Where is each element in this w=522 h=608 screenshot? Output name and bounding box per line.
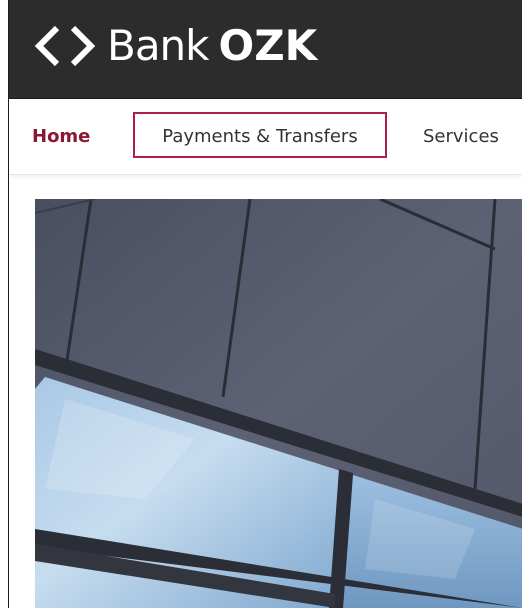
- main-navigation: Home Payments & Transfers Services: [9, 99, 522, 175]
- bank-logo-link[interactable]: Bank OZK: [33, 16, 317, 76]
- site-header: Bank OZK: [9, 0, 522, 99]
- chevrons-diamond-icon: [34, 25, 96, 67]
- nav-item-payments-transfers[interactable]: Payments & Transfers: [133, 112, 387, 158]
- logo-word-ozk: OZK: [218, 21, 318, 70]
- logo-word-bank: Bank: [107, 21, 209, 70]
- nav-item-services[interactable]: Services: [423, 123, 499, 151]
- building-facade-image: [35, 199, 522, 608]
- browser-viewport: Bank OZK Home Payments & Transfers Servic…: [8, 0, 522, 608]
- bank-logo-wordmark: Bank OZK: [107, 25, 317, 67]
- hero-illustration: [35, 199, 522, 608]
- nav-item-home[interactable]: Home: [32, 123, 90, 151]
